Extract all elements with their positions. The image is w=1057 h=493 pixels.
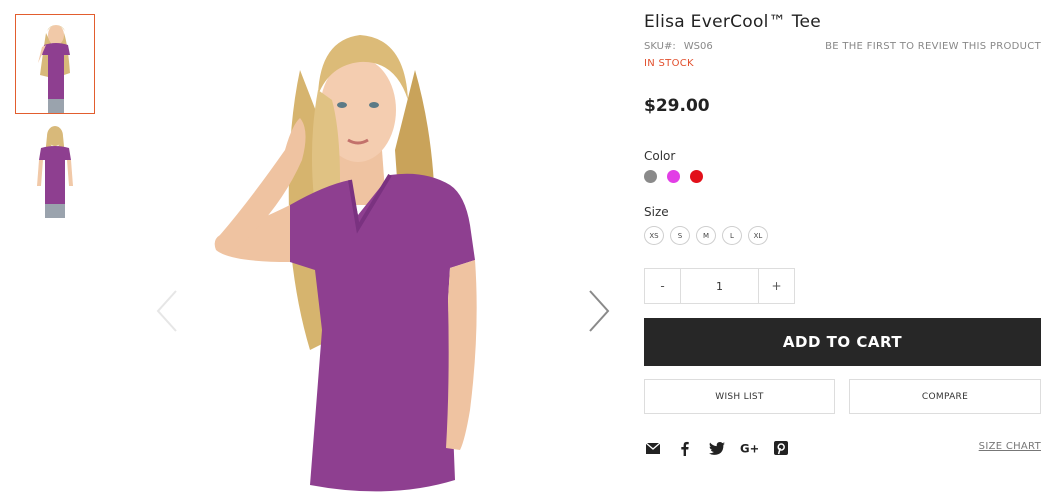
color-swatch-red[interactable] xyxy=(690,170,703,183)
svg-text:G+: G+ xyxy=(740,442,758,456)
product-title: Elisa EverCool™ Tee xyxy=(644,12,822,32)
quantity-increase-button[interactable]: + xyxy=(758,269,794,303)
add-to-cart-button[interactable]: ADD TO CART xyxy=(644,318,1041,366)
color-swatch-purple[interactable] xyxy=(667,170,680,183)
next-image-arrow[interactable] xyxy=(584,288,614,334)
sku: SKU#: WS06 xyxy=(644,41,713,52)
size-option-l[interactable]: L xyxy=(722,226,742,245)
quantity-stepper: - + xyxy=(644,268,795,304)
quantity-decrease-button[interactable]: - xyxy=(645,269,681,303)
wish-list-button[interactable]: WISH LIST xyxy=(644,379,835,414)
thumbnail-front-image xyxy=(16,15,94,113)
model-illustration xyxy=(150,0,620,493)
thumbnail-back[interactable] xyxy=(15,120,95,220)
size-option-xs[interactable]: XS xyxy=(644,226,664,245)
facebook-icon[interactable] xyxy=(676,439,694,457)
color-swatch-gray[interactable] xyxy=(644,170,657,183)
chevron-left-icon xyxy=(156,290,177,332)
thumbnail-gallery xyxy=(15,14,95,220)
thumbnail-back-image xyxy=(15,120,95,220)
main-product-image xyxy=(150,0,620,493)
stock-status: IN STOCK xyxy=(644,58,694,69)
twitter-icon[interactable] xyxy=(708,439,726,457)
color-label: Color xyxy=(644,149,676,163)
product-price: $29.00 xyxy=(644,96,710,116)
quantity-input[interactable] xyxy=(681,269,758,303)
size-option-m[interactable]: M xyxy=(696,226,716,245)
color-swatches xyxy=(644,170,703,183)
envelope-icon[interactable] xyxy=(644,439,662,457)
sku-label: SKU#: xyxy=(644,41,676,52)
size-options: XS S M L XL xyxy=(644,226,768,245)
size-option-xl[interactable]: XL xyxy=(748,226,768,245)
compare-button[interactable]: COMPARE xyxy=(849,379,1041,414)
pinterest-icon[interactable] xyxy=(772,439,790,457)
size-chart-link[interactable]: SIZE CHART xyxy=(979,441,1041,452)
size-option-s[interactable]: S xyxy=(670,226,690,245)
prev-image-arrow[interactable] xyxy=(152,288,182,334)
social-share: G+ xyxy=(644,439,790,457)
review-link[interactable]: BE THE FIRST TO REVIEW THIS PRODUCT xyxy=(825,41,1041,52)
google-plus-icon[interactable]: G+ xyxy=(740,439,758,457)
sku-value: WS06 xyxy=(683,41,713,52)
thumbnail-front[interactable] xyxy=(15,14,95,114)
chevron-right-icon xyxy=(589,290,610,332)
size-label: Size xyxy=(644,205,669,219)
